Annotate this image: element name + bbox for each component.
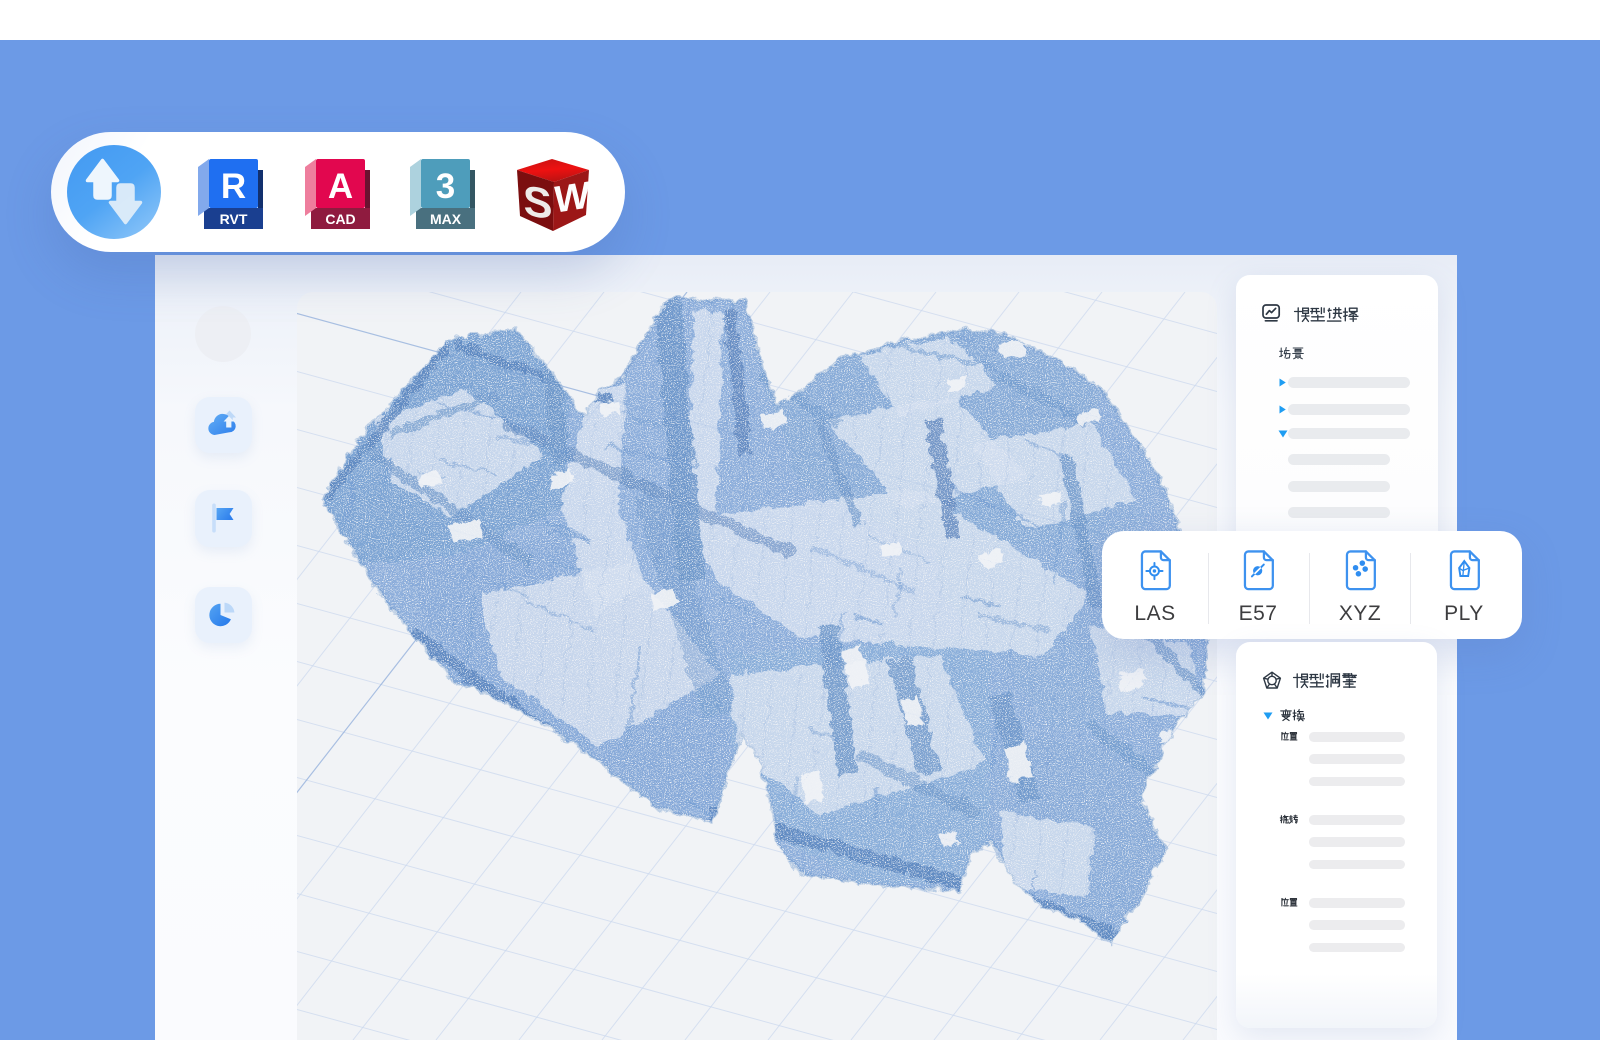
svg-text:W: W: [554, 173, 591, 222]
svg-text:MAX: MAX: [430, 211, 462, 227]
svg-text:S: S: [522, 177, 553, 229]
svg-text:RVT: RVT: [220, 211, 248, 227]
svg-text:CAD: CAD: [325, 211, 355, 227]
svg-text:A: A: [328, 167, 353, 206]
svg-text:3: 3: [436, 167, 455, 206]
svg-text:R: R: [221, 167, 246, 206]
